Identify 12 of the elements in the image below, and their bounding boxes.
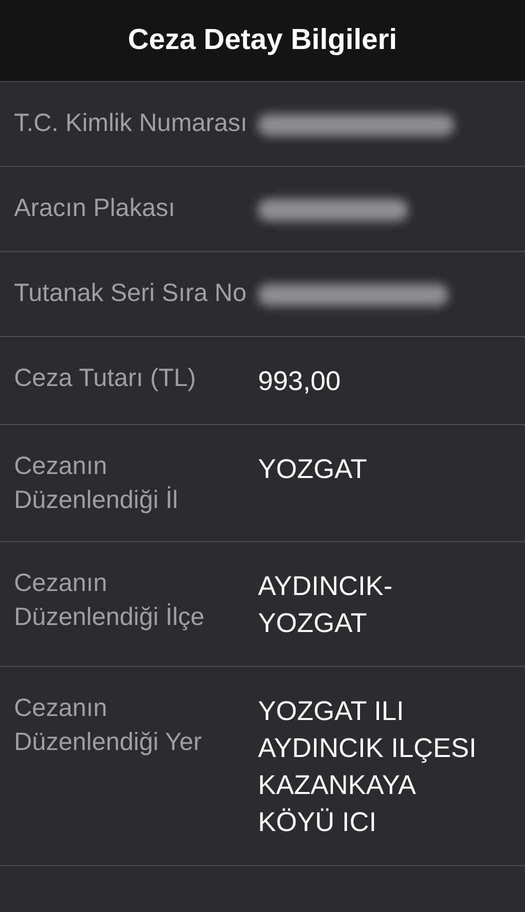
field-value: YOZGAT [258,453,368,486]
field-label: T.C. Kimlik Numarası [14,108,248,139]
field-label: Cezanın Düzenlendiği Yer [14,693,203,758]
field-value: AYDINCIK-YOZGAT [258,570,394,640]
field-value: 993,00 [258,365,342,398]
field-value: YOZGAT ILI AYDINCIK ILÇESI KAZANKAYA KÖYÜ ICI [258,695,478,839]
field-label: Ceza Tutarı (TL) [14,363,197,394]
page-title: Ceza Detay Bilgileri [128,24,398,57]
field-label: Cezanın Düzenlendiği İlçe [14,568,206,633]
field-label: Tutanak Seri Sıra No [14,278,248,309]
field-label: Cezanın Düzenlendiği İl [14,451,179,516]
field-label: Aracın Plakası [14,193,176,224]
